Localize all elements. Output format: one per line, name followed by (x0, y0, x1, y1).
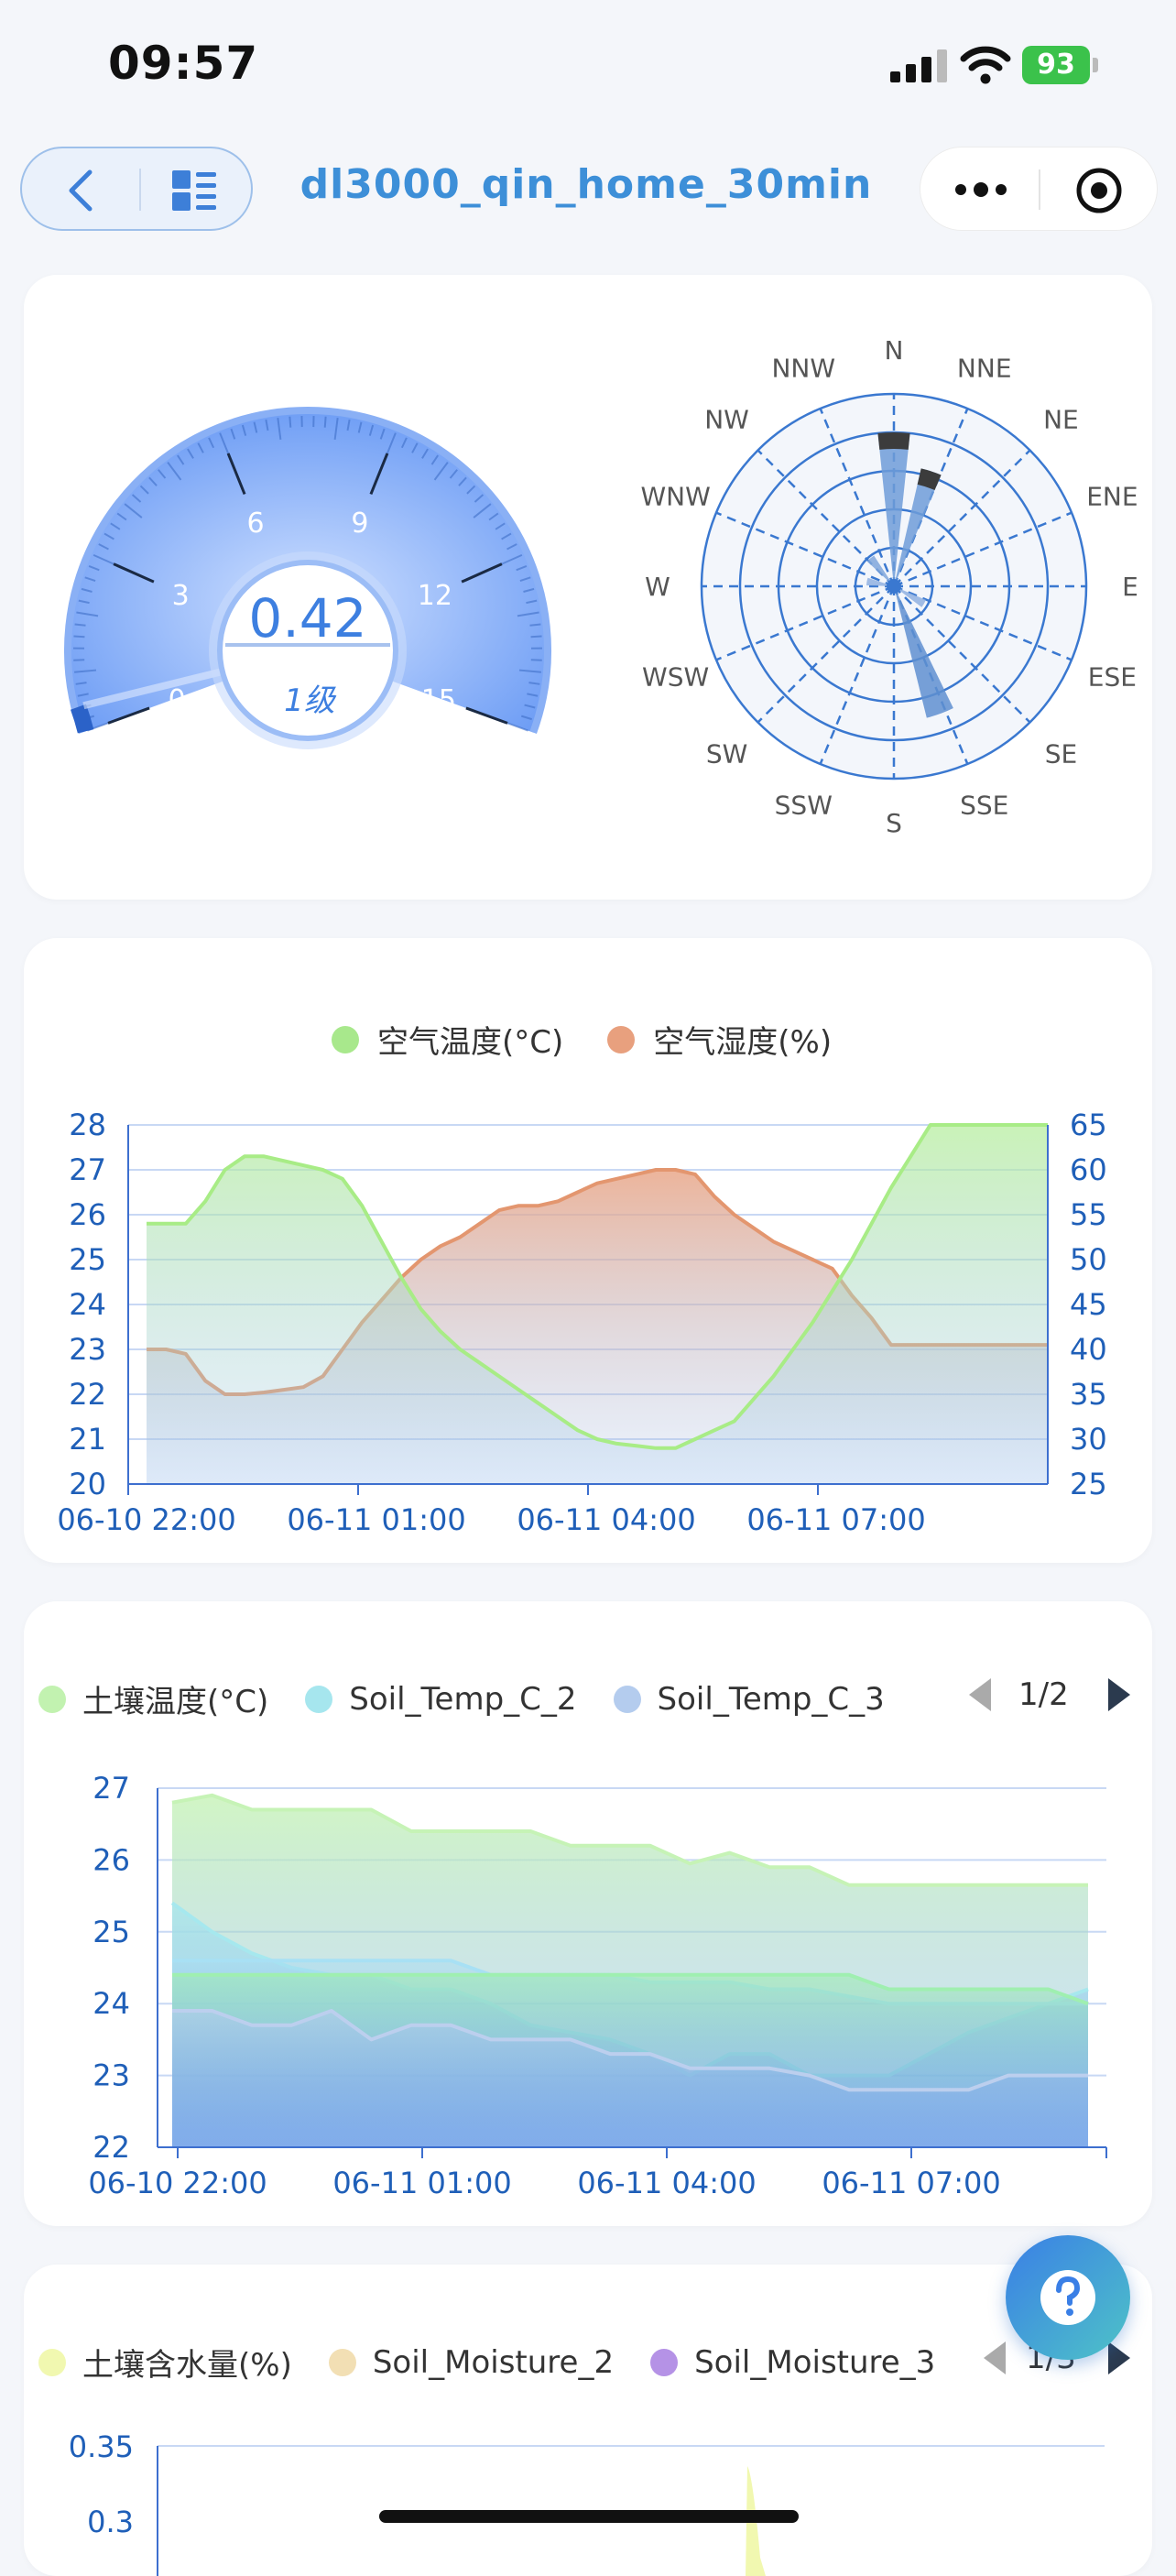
x-tick-label: 06-11 04:00 (577, 2166, 756, 2200)
y-right-tick: 35 (1070, 1377, 1107, 1412)
rose-direction-label: NNW (771, 354, 835, 384)
mini-program-capsule (920, 147, 1158, 231)
rose-direction-label: WNW (640, 481, 710, 511)
rose-direction-label: E (1122, 572, 1138, 602)
x-tick-label: 06-11 01:00 (287, 1502, 465, 1537)
rose-direction-label: W (645, 572, 670, 602)
y-left-tick: 22 (69, 1377, 106, 1412)
gauge-value: 0.42 (248, 587, 366, 649)
cellular-signal-icon (890, 49, 949, 82)
rose-direction-label: ENE (1086, 481, 1138, 511)
x-tick-label: 06-10 22:00 (88, 2166, 267, 2200)
rose-direction-label: S (886, 808, 902, 838)
gauge-tick-label: 12 (418, 580, 452, 612)
y-right-tick: 55 (1070, 1197, 1107, 1232)
air-chart-card: 空气温度(°C) 空气湿度(%) 20252130223523402445255… (24, 938, 1152, 1563)
rose-direction-label: SSW (775, 790, 833, 820)
battery-level: 93 (1022, 46, 1090, 84)
y-right-tick: 65 (1070, 1108, 1107, 1142)
x-tick-label: 06-11 04:00 (517, 1502, 695, 1537)
rose-direction-label: SW (706, 738, 747, 769)
y-left-tick: 27 (69, 1152, 106, 1187)
y-tick-label: 27 (93, 1771, 130, 1806)
y-tick-label: 24 (93, 1986, 130, 2021)
soil-temp-card: 土壤温度(°C) Soil_Temp_C_2 Soil_Temp_C_3 1/2… (24, 1601, 1152, 2226)
rose-direction-label: WSW (642, 662, 709, 693)
soil-moisture-card: 土壤含水量(%) Soil_Moisture_2 Soil_Moisture_3… (24, 2265, 1152, 2576)
air-temp-humidity-chart: 20 25 21 30 22 35 23 40 24 45 25 50 26 55 27 60 28 65 06-1… (24, 938, 1152, 1563)
gauge-tick-label: 15 (421, 684, 456, 716)
y-left-tick: 20 (69, 1467, 106, 1501)
more-icon[interactable] (953, 177, 1008, 202)
y-left-tick: 28 (69, 1108, 106, 1142)
rose-direction-label: NE (1043, 405, 1079, 435)
gauge-tick-label: 0 (169, 684, 186, 716)
moisture-y-tick: 0.3 (87, 2505, 134, 2539)
y-left-tick: 26 (69, 1197, 106, 1232)
y-tick-label: 25 (93, 1915, 130, 1949)
rose-direction-label: NNE (957, 354, 1012, 384)
status-time: 09:57 (108, 37, 258, 90)
gauge-tick-label: 3 (172, 580, 190, 612)
gauge-progress (78, 707, 85, 732)
y-left-tick: 24 (69, 1287, 106, 1322)
wind-rose-chart: N NNE NE ENE E ESE SE SSE S SSW SW WSW W WNW NW NNW (592, 330, 1141, 843)
help-icon (1006, 2235, 1130, 2360)
close-target-icon[interactable] (1074, 166, 1124, 215)
gauge-tick-label: 9 (351, 508, 368, 540)
home-indicator (379, 2510, 799, 2523)
soil-temp-chart: 22 23 24 25 26 27 06-10 22:00 06-11 01:00 06-11 … (24, 1601, 1152, 2226)
list-menu-icon[interactable] (170, 169, 218, 213)
x-tick-label: 06-11 07:00 (746, 1502, 925, 1537)
y-left-tick: 21 (69, 1422, 106, 1457)
rose-direction-label: ESE (1088, 662, 1137, 693)
y-left-tick: 23 (69, 1332, 106, 1367)
x-tick-label: 06-11 01:00 (332, 2166, 511, 2200)
y-right-tick: 60 (1070, 1152, 1107, 1187)
y-tick-label: 23 (93, 2058, 130, 2093)
rose-direction-label: NW (704, 405, 749, 435)
y-tick-label: 22 (93, 2130, 130, 2165)
y-left-tick: 25 (69, 1242, 106, 1277)
y-tick-label: 26 (93, 1842, 130, 1877)
nav-left-group (20, 147, 253, 231)
moisture-y-tick: 0.35 (69, 2429, 134, 2464)
battery-icon: 93 (1022, 46, 1099, 84)
wind-card: 0 3 6 9 12 15 0.42 1级 N NNE NE ENE E ESE SE SSE S SSW S… (24, 275, 1152, 900)
y-right-tick: 45 (1070, 1287, 1107, 1322)
wifi-icon (960, 44, 1011, 84)
back-icon[interactable] (62, 169, 99, 213)
rose-direction-label: SSE (960, 790, 1008, 820)
page-title: dl3000_qin_home_30min (275, 161, 898, 208)
y-right-tick: 30 (1070, 1422, 1107, 1457)
x-tick-label: 06-10 22:00 (57, 1502, 235, 1537)
help-button[interactable] (1006, 2235, 1130, 2360)
gauge-tick-label: 6 (247, 508, 265, 540)
y-right-tick: 40 (1070, 1332, 1107, 1367)
rose-direction-label: SE (1045, 738, 1077, 769)
y-right-tick: 50 (1070, 1242, 1107, 1277)
gauge-level: 1级 (284, 682, 337, 719)
y-right-tick: 25 (1070, 1467, 1107, 1501)
x-tick-label: 06-11 07:00 (822, 2166, 1000, 2200)
moisture-chart: 0.35 0.3 (24, 2265, 1152, 2576)
rose-direction-label: N (885, 335, 904, 366)
